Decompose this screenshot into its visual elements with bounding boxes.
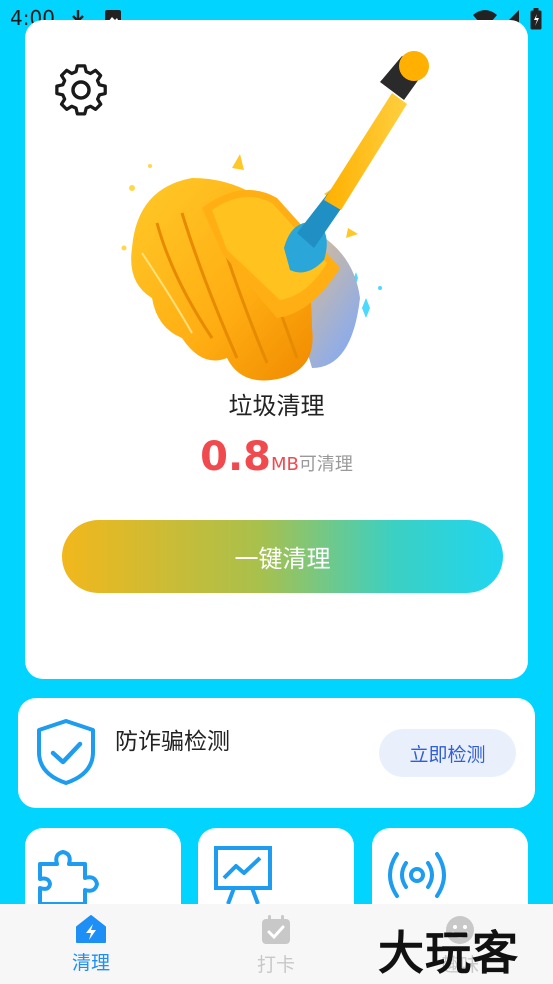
broadcast-icon <box>388 852 446 898</box>
junk-clean-title: 垃圾清理 <box>228 392 325 420</box>
fraud-detection-card: 防诈骗检测 立即检测 <box>18 698 535 808</box>
home-bolt-icon <box>76 915 106 943</box>
junk-size-row: 0.8MB可清理 <box>25 434 528 480</box>
tab-clean[interactable]: 清理 <box>46 914 136 975</box>
junk-size-unit: MB <box>270 454 299 475</box>
tab-checkin[interactable]: 打卡 <box>231 914 321 977</box>
settings-button[interactable] <box>55 64 107 116</box>
junk-size-value: 0.8 <box>200 434 271 480</box>
presentation-chart-icon <box>214 846 272 905</box>
puzzle-icon <box>38 850 99 906</box>
broom-illustration <box>121 51 429 381</box>
detect-now-button[interactable]: 立即检测 <box>379 729 516 777</box>
tab-checkin-label: 打卡 <box>256 954 295 976</box>
junk-size-suffix: 可清理 <box>298 454 353 475</box>
calendar-check-icon <box>262 915 290 944</box>
tab-clean-label: 清理 <box>71 952 110 974</box>
cleaner-card: 垃圾清理 0.8MB可清理 一键清理 <box>25 20 528 679</box>
fraud-detection-title: 防诈骗检测 <box>115 729 230 755</box>
battery-icon <box>530 8 542 35</box>
one-click-clean-button[interactable]: 一键清理 <box>62 520 503 593</box>
gear-icon <box>55 64 107 116</box>
watermark: 大玩客 <box>378 926 519 980</box>
shield-check-icon <box>37 719 95 785</box>
